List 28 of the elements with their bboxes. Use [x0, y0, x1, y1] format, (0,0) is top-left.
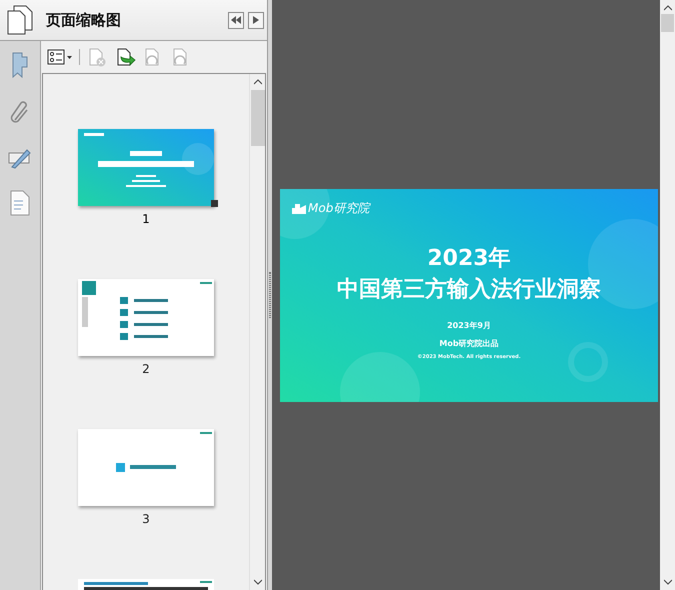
decorative-ring: [568, 342, 608, 382]
slide-title: 中国第三方输入法行业洞察: [337, 276, 601, 304]
expand-panel-button[interactable]: [248, 12, 264, 28]
slide-date: 2023年9月: [447, 320, 491, 332]
page-thumbnail[interactable]: [78, 429, 214, 506]
slide-publisher: Mob研究院出品: [439, 338, 499, 350]
signature-pen-icon[interactable]: [7, 147, 33, 169]
page-number: 3: [142, 511, 150, 528]
page-thumbnail[interactable]: [78, 129, 214, 206]
collapse-panel-button[interactable]: [228, 12, 244, 28]
slide-year: 2023年: [427, 244, 511, 272]
panel-title: 页面缩略图: [46, 10, 121, 31]
scroll-thumb[interactable]: [661, 14, 674, 32]
page-number: 1: [142, 211, 150, 228]
double-left-arrow-icon: [231, 16, 241, 24]
splitter[interactable]: [268, 0, 272, 590]
right-arrow-icon: [253, 16, 259, 24]
page-number: 2: [142, 361, 150, 378]
scroll-thumb[interactable]: [250, 90, 264, 146]
pages-icon[interactable]: [7, 5, 33, 35]
current-page-marker[interactable]: [211, 200, 218, 207]
bookmark-icon[interactable]: [11, 51, 29, 79]
logo-text: Mob研究院: [308, 200, 370, 216]
building-logo-icon: [292, 202, 306, 214]
document-icon[interactable]: [10, 190, 30, 216]
scrollbar[interactable]: [249, 74, 265, 590]
page-thumbnail[interactable]: [78, 279, 214, 356]
list-options-icon[interactable]: [47, 48, 73, 66]
